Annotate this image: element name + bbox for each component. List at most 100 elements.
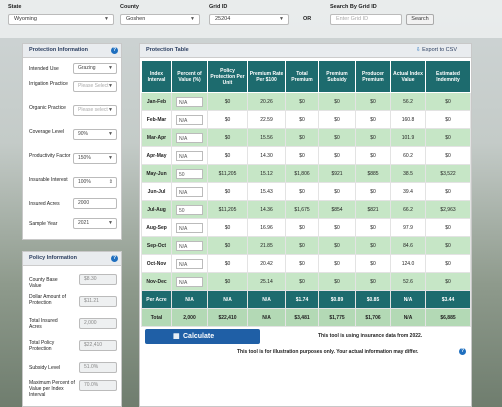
column-header: Producer Premium [355,60,391,93]
percent-of-value-input[interactable]: N/A [176,222,203,233]
irrigation-value: Please Select [78,83,109,89]
table-cell: $0 [318,182,356,201]
table-cell: $885 [355,164,391,183]
table-cell: $1,806 [285,164,319,183]
table-cell: $0 [285,92,319,111]
table-cell: $921 [318,164,356,183]
county-base-label: County Base Value [29,277,58,289]
search-button[interactable]: Search [406,14,434,25]
data-year-note: This tool is using insurance data from 2… [318,333,423,339]
table-cell: $0 [285,272,319,291]
chevron-down-icon: ▼ [104,16,109,22]
protection-table-title: Protection Table [146,47,189,53]
grid-value: 25204 [215,16,231,22]
table-cell: $0 [355,182,391,201]
table-cell: $0 [207,236,248,255]
subsidy-label: Subsidy Level [29,365,61,371]
coverage-select[interactable]: 90% ▼ [73,129,117,140]
organic-label: Organic Practice [29,105,66,111]
percent-of-value-input[interactable]: N/A [176,114,203,125]
table-cell: N/A [171,290,208,309]
table-cell: $0 [207,218,248,237]
percent-of-value-input[interactable]: N/A [176,186,203,197]
table-cell: $0 [355,146,391,165]
grid-id-search-input[interactable]: Enter Grid ID [330,14,402,25]
table-cell: 66.2 [390,200,426,219]
productivity-select[interactable]: 150% ▼ [73,153,117,164]
table-cell: $0 [425,110,471,129]
help-icon[interactable]: ? [459,348,466,355]
table-cell: $0 [285,236,319,255]
table-cell: N/A [171,128,208,147]
table-cell: 50 [171,164,208,183]
table-cell: $854 [318,200,356,219]
sample-year-value: 2021 [78,220,90,226]
table-cell: Per Acre [141,290,172,309]
table-cell: 15.56 [247,128,286,147]
table-cell: N/A [171,236,208,255]
table-cell: $0 [207,128,248,147]
grid-select[interactable]: 25204 ▼ [209,14,289,25]
intended-use-select[interactable]: Grazing ▼ [73,63,117,74]
county-select[interactable]: Goshen ▼ [120,14,200,25]
table-cell: $0 [355,272,391,291]
table-cell: 2,000 [171,308,208,327]
organic-select[interactable]: Please select ▼ [73,105,117,116]
table-row: Mar-Apr N/A $0 15.56 $0 $0 $0 101.9 $0 [141,128,471,147]
percent-of-value-input[interactable]: N/A [176,258,203,269]
percent-of-value-input[interactable]: N/A [176,96,203,107]
table-cell: $11,205 [207,164,248,183]
protection-info-panel: Protection Information ? Intended Use Gr… [22,43,122,240]
percent-of-value-input[interactable]: N/A [176,276,203,287]
search-label: Search By Grid ID [330,4,377,10]
table-cell: $3,481 [285,308,319,327]
table-row: Jun-Jul N/A $0 15.43 $0 $0 $0 39.4 $0 [141,182,471,201]
table-cell: $0.89 [318,290,356,309]
insurable-stepper[interactable]: 100% ⇕ [73,177,117,188]
intended-use-value: Grazing [78,65,96,71]
index-interval-cell: Feb-Mar [141,110,172,129]
help-icon[interactable]: ? [111,255,118,262]
column-header: Index Interval [141,60,172,93]
dollar-amount-label: Dollar Amount of Protection [29,294,66,306]
percent-of-value-input[interactable]: N/A [176,240,203,251]
help-icon[interactable]: ? [111,47,118,54]
subsidy-value: 51.0% [79,362,117,373]
export-csv-button[interactable]: ⇩ Export to CSV [416,47,457,53]
intended-use-label: Intended Use [29,66,59,72]
table-cell: $1,675 [285,200,319,219]
stepper-arrows-icon[interactable]: ⇕ [109,178,113,187]
table-cell: 56.2 [390,92,426,111]
table-cell: $0 [425,236,471,255]
protection-table-header: Protection Table ⇩ Export to CSV [140,44,471,58]
sample-year-select[interactable]: 2021 ▼ [73,218,117,229]
percent-of-value-input[interactable]: 50 [176,204,203,215]
percent-of-value-input[interactable]: 50 [176,168,203,179]
total-policy-label: Total Policy Protection [29,340,55,352]
insured-acres-input[interactable]: 2000 [73,198,117,209]
table-row: Oct-Nov N/A $0 20.42 $0 $0 $0 124.0 $0 [141,254,471,273]
table-cell: N/A [207,290,248,309]
chevron-down-icon: ▼ [108,107,113,113]
table-cell: $0 [318,218,356,237]
table-cell: $6,885 [425,308,471,327]
table-cell: $0 [318,146,356,165]
table-cell: $0 [318,254,356,273]
state-value: Wyoming [14,16,37,22]
table-cell: 25.14 [247,272,286,291]
index-interval-cell: Oct-Nov [141,254,172,273]
percent-of-value-input[interactable]: N/A [176,150,203,161]
calculate-button[interactable]: ▦ Calculate [145,329,260,344]
table-row: Apr-May N/A $0 14.30 $0 $0 $0 60.2 $0 [141,146,471,165]
irrigation-label: Irrigation Practice [29,81,68,87]
policy-info-header: Policy Information ? [23,252,121,266]
percent-of-value-input[interactable]: N/A [176,132,203,143]
table-cell: $1,706 [355,308,391,327]
table-cell: 14.30 [247,146,286,165]
state-select[interactable]: Wyoming ▼ [8,14,114,25]
table-cell: $0 [425,254,471,273]
table-cell: N/A [171,146,208,165]
county-base-value: $8.30 [79,274,117,285]
irrigation-select[interactable]: Please Select ▼ [73,81,117,92]
protection-table: Index Interval Percent of Value (%) Policy… [141,60,471,327]
